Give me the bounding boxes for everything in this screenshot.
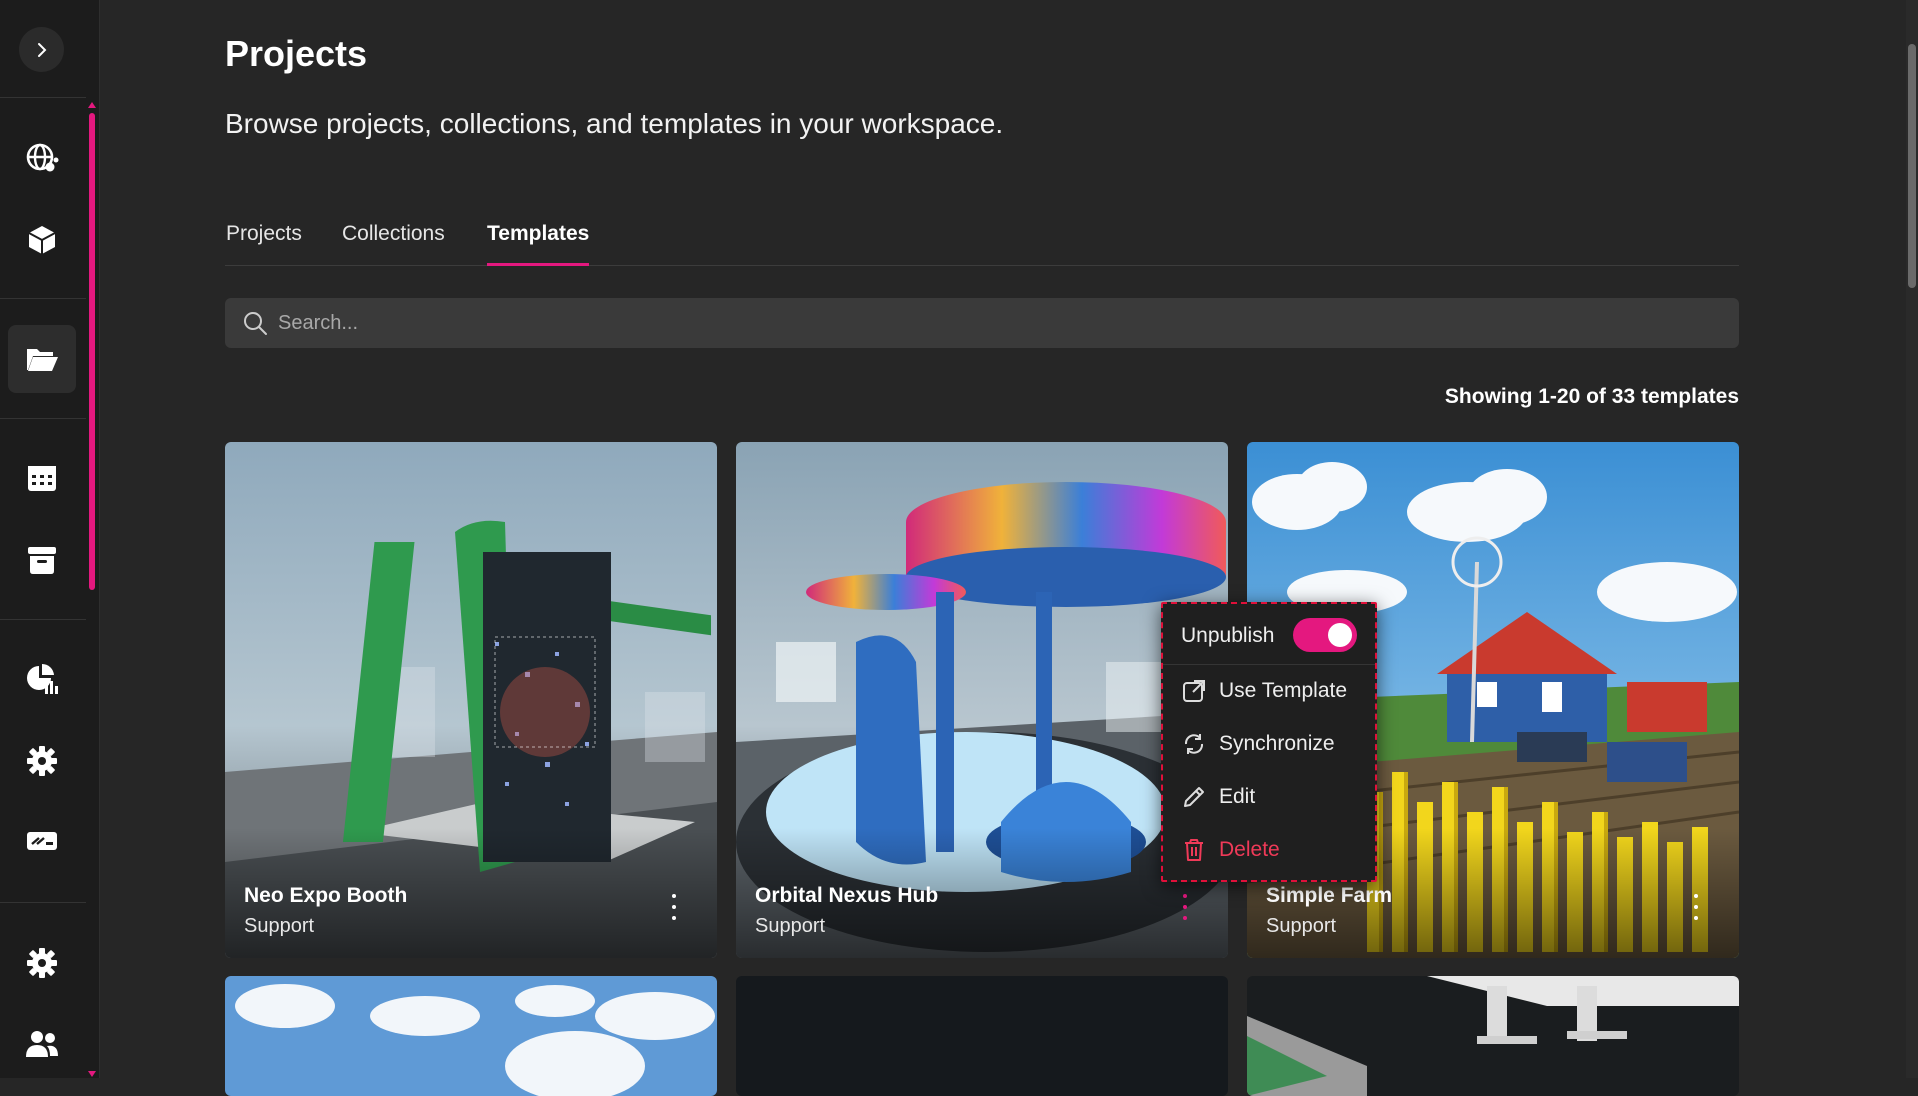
card-subtitle: Support [755, 915, 826, 937]
sidebar-scrollbar-thumb[interactable] [89, 113, 95, 590]
template-thumbnail [1247, 976, 1739, 1096]
menu-item-label: Edit [1219, 785, 1256, 808]
tab-collections[interactable]: Collections [342, 222, 445, 266]
sidebar-divider [0, 298, 86, 299]
sidebar [0, 0, 100, 1078]
tab-bar: Projects Collections Templates [225, 218, 1739, 266]
unpublish-label: Unpublish [1181, 624, 1275, 647]
menu-divider [1163, 664, 1375, 665]
sidebar-divider [0, 97, 86, 98]
archive-box-icon [28, 547, 56, 574]
sync-icon [1184, 734, 1204, 754]
globe-network-icon [26, 143, 59, 172]
more-options-icon[interactable] [1180, 894, 1190, 920]
tab-projects[interactable]: Projects [226, 222, 302, 266]
sidebar-item-users[interactable] [8, 1010, 76, 1078]
sidebar-item-tickets[interactable] [8, 807, 76, 875]
menu-item-synchronize[interactable]: Synchronize [1181, 731, 1335, 757]
page-scrollbar-thumb[interactable] [1908, 44, 1916, 288]
people-icon [26, 1031, 58, 1057]
sidebar-divider [0, 418, 86, 419]
sidebar-item-archive[interactable] [8, 526, 76, 594]
more-options-icon[interactable] [1691, 894, 1701, 920]
sidebar-item-assets[interactable] [8, 206, 76, 274]
card-title: Neo Expo Booth [244, 884, 408, 907]
sidebar-scroll-down[interactable] [88, 1071, 96, 1077]
more-options-icon[interactable] [669, 894, 679, 920]
template-card[interactable] [736, 976, 1228, 1096]
analytics-pie-icon [27, 663, 58, 694]
gear-icon [27, 948, 57, 978]
results-summary: Showing 1-20 of 33 templates [1444, 385, 1739, 408]
sidebar-item-settings[interactable] [8, 929, 76, 997]
calendar-icon [28, 466, 56, 491]
search-input[interactable] [278, 311, 1678, 335]
template-card[interactable]: Neo Expo Booth Support [225, 442, 717, 958]
menu-item-edit[interactable]: Edit [1181, 784, 1255, 810]
card-title: Simple Farm [1266, 884, 1393, 907]
menu-item-label: Synchronize [1219, 732, 1335, 755]
pencil-icon [1184, 787, 1204, 807]
template-card[interactable] [1247, 976, 1739, 1096]
template-card[interactable]: Orbital Nexus Hub Support [736, 442, 1228, 958]
search-icon [244, 312, 267, 335]
menu-item-label: Use Template [1219, 679, 1348, 702]
menu-item-use-template[interactable]: Use Template [1181, 678, 1347, 704]
chevron-right-icon [37, 42, 46, 57]
tab-templates[interactable]: Templates [487, 222, 590, 266]
sidebar-item-projects[interactable] [8, 325, 76, 393]
sidebar-item-analytics[interactable] [8, 645, 76, 713]
sidebar-item-calendar[interactable] [8, 444, 76, 512]
page-scrollbar[interactable] [1906, 0, 1918, 1078]
template-thumbnail [736, 976, 1228, 1096]
sidebar-divider [0, 902, 86, 903]
toggle-knob [1328, 623, 1352, 647]
page-title: Projects [225, 33, 368, 74]
sidebar-expand-button[interactable] [19, 27, 64, 72]
sidebar-scroll-up[interactable] [88, 102, 96, 108]
cube-icon [28, 226, 56, 254]
gear-icon [27, 746, 57, 776]
template-context-menu: Unpublish Use Template Synchronize Edit … [1161, 602, 1377, 882]
card-subtitle: Support [244, 915, 315, 937]
menu-item-delete[interactable]: Delete [1181, 837, 1280, 863]
folder-open-icon [27, 349, 58, 371]
unpublish-toggle[interactable] [1293, 618, 1357, 652]
ticket-icon [27, 832, 57, 850]
template-thumbnail [225, 976, 717, 1096]
external-link-icon [1183, 680, 1205, 702]
sidebar-item-workspace-settings[interactable] [8, 727, 76, 795]
page-subtitle: Browse projects, collections, and templa… [225, 108, 1004, 139]
menu-item-label: Delete [1219, 838, 1280, 861]
search-bar [225, 298, 1739, 348]
template-card[interactable] [225, 976, 717, 1096]
trash-icon [1185, 839, 1203, 861]
sidebar-item-worlds[interactable] [8, 124, 76, 192]
card-title: Orbital Nexus Hub [755, 884, 939, 907]
card-subtitle: Support [1266, 915, 1337, 937]
sidebar-divider [0, 619, 86, 620]
